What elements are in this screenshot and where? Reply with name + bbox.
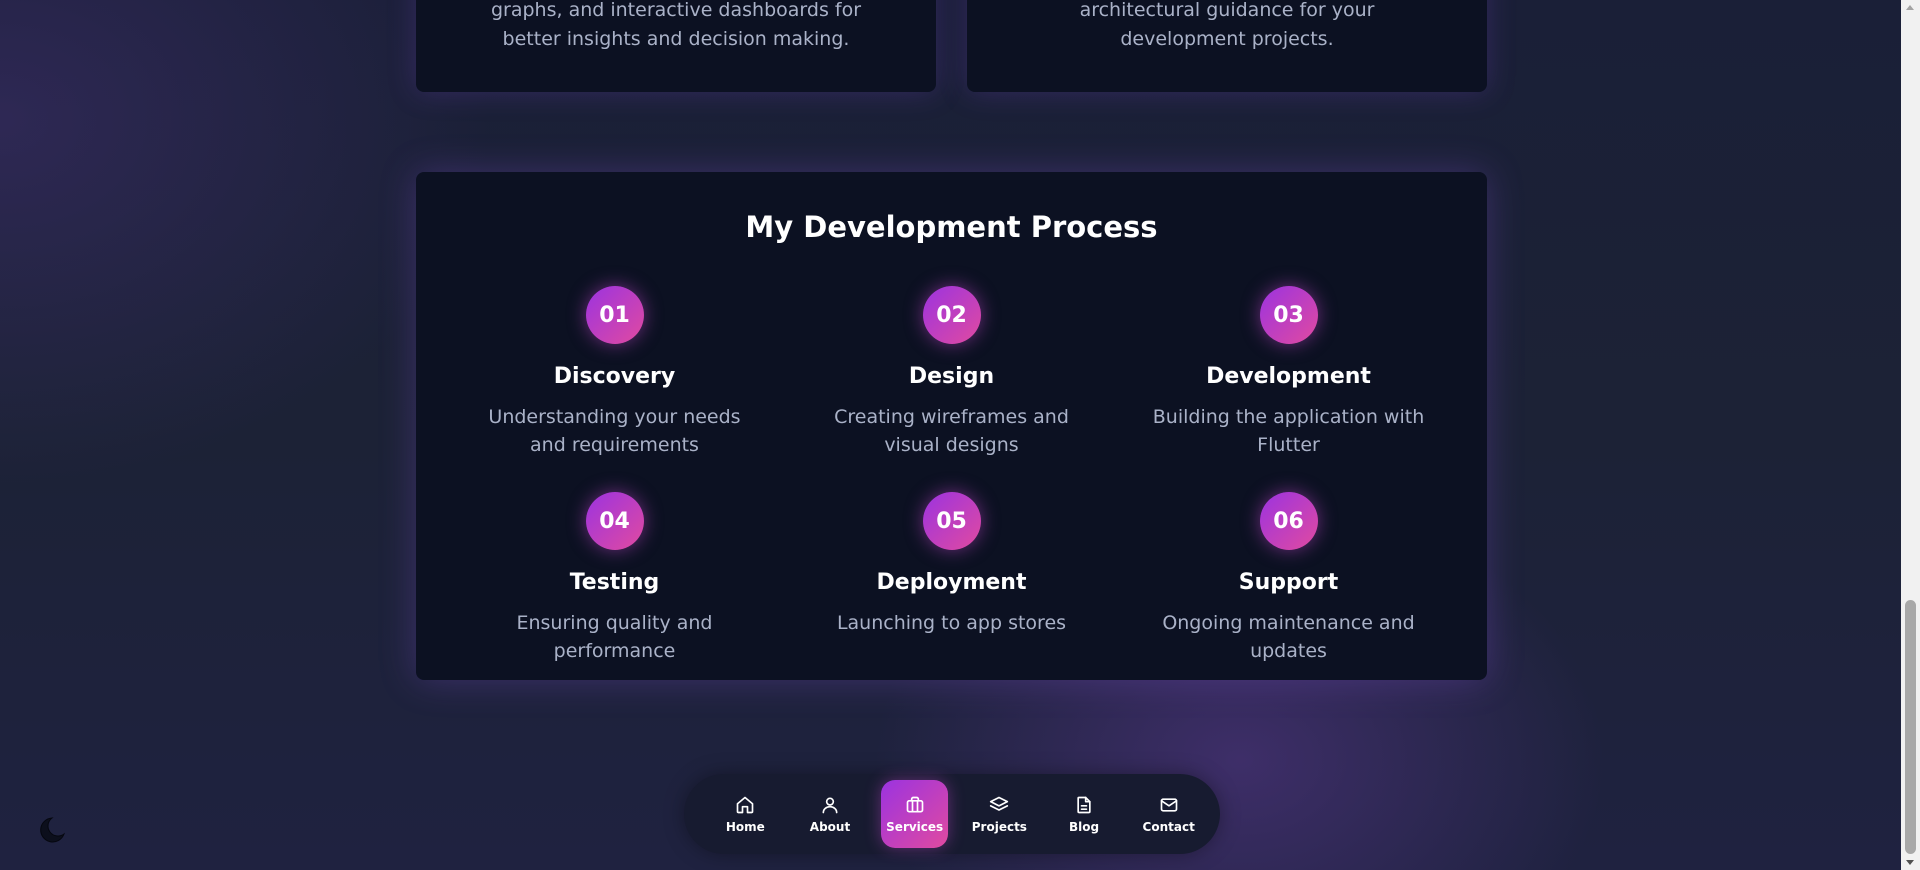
home-icon <box>736 796 754 813</box>
nav-item-projects[interactable]: Projects <box>966 780 1033 848</box>
scroll-thumb[interactable] <box>1905 600 1916 854</box>
scroll-up-arrow-icon[interactable] <box>1906 5 1914 10</box>
step-number-badge: 05 <box>922 492 981 550</box>
step-description: Building the application with Flutter <box>1152 406 1425 456</box>
step-number-badge: 03 <box>1259 286 1318 344</box>
nav-label: Services <box>886 819 944 834</box>
step-number-badge: 01 <box>585 286 644 344</box>
step-number-badge: 02 <box>922 286 981 344</box>
process-step: 03 Development Building the application … <box>1120 286 1457 492</box>
bottom-nav-bar: Home About Services Projects Blog Contac… <box>684 774 1220 854</box>
process-title: My Development Process <box>745 210 1158 244</box>
step-description: Creating wireframes and visual designs <box>834 406 1069 456</box>
nav-item-blog[interactable]: Blog <box>1051 780 1118 848</box>
step-title: Discovery <box>553 364 676 389</box>
nav-item-services[interactable]: Services <box>881 780 949 848</box>
mail-icon <box>1160 797 1178 812</box>
layers-icon <box>990 796 1009 811</box>
user-icon <box>822 797 838 813</box>
nav-item-home[interactable]: Home <box>712 780 779 848</box>
document-icon <box>1077 796 1091 813</box>
step-title: Deployment <box>876 570 1027 595</box>
service-card-description: architectural guidance for your developm… <box>1079 0 1375 50</box>
step-title: Development <box>1206 364 1371 389</box>
process-step: 01 Discovery Understanding your needs an… <box>446 286 783 492</box>
nav-label: Contact <box>1142 819 1195 834</box>
step-description: Launching to app stores <box>836 612 1067 634</box>
process-step: 02 Design Creating wireframes and visual… <box>783 286 1120 492</box>
process-step: 06 Support Ongoing maintenance and updat… <box>1120 492 1457 672</box>
step-title: Design <box>908 364 995 389</box>
nav-label: Projects <box>971 819 1027 834</box>
step-description: Ongoing maintenance and updates <box>1162 612 1415 662</box>
development-process-section: My Development Process 01 Discovery Unde… <box>416 172 1487 680</box>
process-step: 05 Deployment Launching to app stores <box>783 492 1120 672</box>
process-steps: 01 Discovery Understanding your needs an… <box>446 286 1457 672</box>
nav-item-about[interactable]: About <box>797 780 864 848</box>
nav-label: Home <box>725 819 765 834</box>
nav-item-contact[interactable]: Contact <box>1135 780 1202 848</box>
nav-label: Blog <box>1068 819 1100 834</box>
service-card-description: graphs, and interactive dashboards for b… <box>490 0 862 50</box>
step-title: Testing <box>569 570 660 595</box>
service-card-analytics: graphs, and interactive dashboards for b… <box>416 0 936 92</box>
moon-icon[interactable] <box>36 812 70 846</box>
scroll-down-arrow-icon[interactable] <box>1906 860 1914 865</box>
page: graphs, and interactive dashboards for b… <box>0 0 1901 870</box>
page-scrollbar[interactable] <box>1901 0 1920 870</box>
service-card-consulting: architectural guidance for your developm… <box>967 0 1487 92</box>
process-step: 04 Testing Ensuring quality and performa… <box>446 492 783 672</box>
step-number-badge: 04 <box>585 492 644 550</box>
step-description: Understanding your needs and requirement… <box>488 406 741 456</box>
nav-label: About <box>809 819 851 834</box>
step-title: Support <box>1238 570 1339 595</box>
step-number-badge: 06 <box>1259 492 1318 550</box>
briefcase-icon <box>906 796 924 812</box>
step-description: Ensuring quality and performance <box>516 612 713 662</box>
